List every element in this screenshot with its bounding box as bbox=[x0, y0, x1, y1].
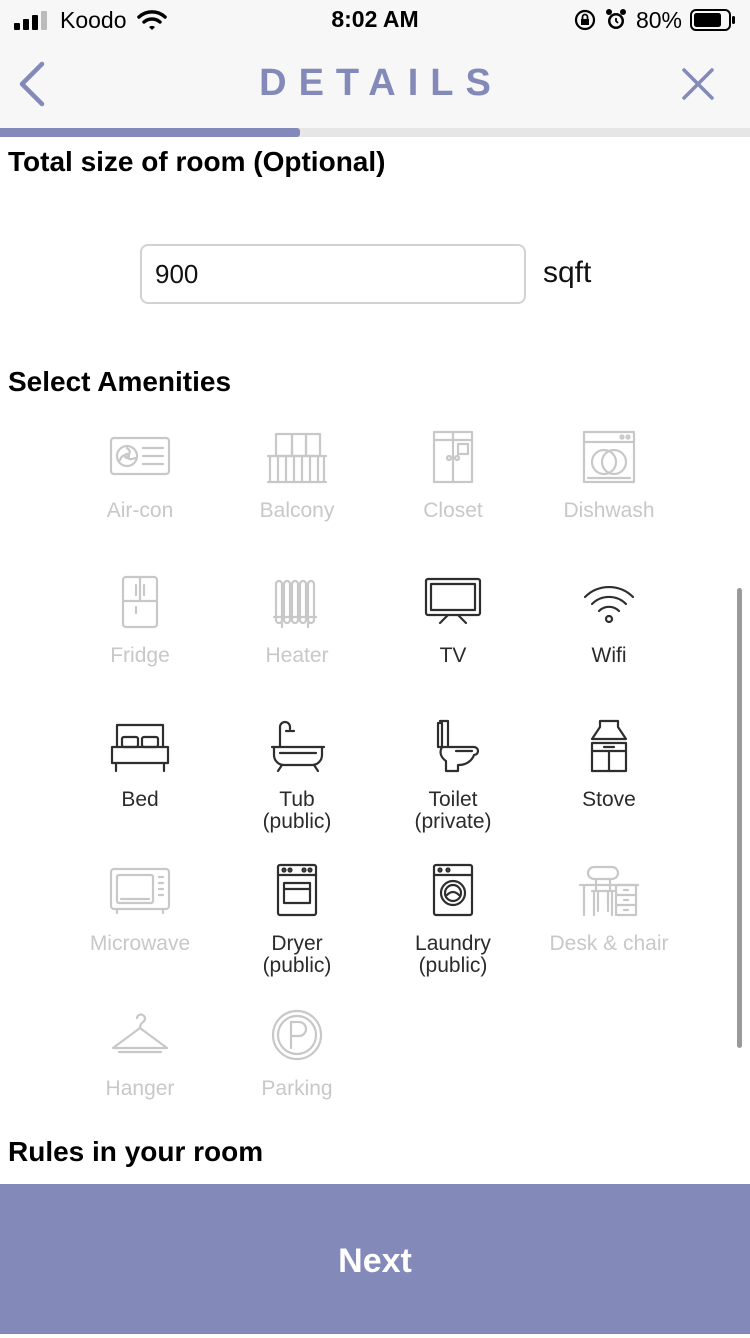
amenities-title: Select Amenities bbox=[8, 366, 232, 397]
scrollbar[interactable] bbox=[737, 588, 742, 1048]
dishwasher-icon bbox=[582, 430, 636, 484]
amenity-label: Parking bbox=[261, 1077, 333, 1100]
amenity-label: Microwave bbox=[89, 932, 191, 955]
wifi-icon bbox=[583, 586, 635, 624]
amenity-desk-chair[interactable]: Desk & chair bbox=[534, 861, 684, 955]
amenity-heater[interactable]: Heater bbox=[222, 573, 372, 667]
progress-bar bbox=[0, 128, 750, 137]
heater-icon bbox=[272, 579, 318, 629]
desk-chair-icon bbox=[578, 865, 640, 917]
amenity-balcony[interactable]: Balcony bbox=[222, 428, 372, 522]
page-title: DETAILS bbox=[259, 62, 503, 104]
progress-fill bbox=[0, 128, 300, 137]
amenity-hanger[interactable]: Hanger bbox=[65, 1006, 215, 1100]
dryer-icon bbox=[276, 863, 318, 917]
status-bar: Koodo 8:02 AM 80% bbox=[0, 0, 750, 40]
amenity-label: Desk & chair bbox=[549, 932, 669, 955]
amenity-label: Balcony bbox=[259, 499, 335, 522]
balcony-icon bbox=[266, 432, 328, 484]
amenity-label: Tub (public) bbox=[262, 788, 332, 833]
amenity-tub-public[interactable]: Tub (public) bbox=[222, 717, 372, 833]
orientation-lock-icon bbox=[574, 9, 596, 31]
amenity-bed[interactable]: Bed bbox=[65, 717, 215, 811]
amenity-label: Laundry (public) bbox=[415, 932, 491, 977]
amenity-tv[interactable]: TV bbox=[378, 573, 528, 667]
amenity-microwave[interactable]: Microwave bbox=[65, 861, 215, 955]
room-size-title: Total size of room (Optional) bbox=[8, 146, 386, 177]
amenity-label: Dishwash bbox=[563, 499, 655, 522]
amenity-parking[interactable]: Parking bbox=[222, 1006, 372, 1100]
amenity-stove[interactable]: Stove bbox=[534, 717, 684, 811]
closet-icon bbox=[432, 430, 474, 484]
amenity-label: Stove bbox=[582, 788, 636, 811]
washing-machine-icon bbox=[432, 863, 474, 917]
room-size-input[interactable] bbox=[140, 244, 526, 304]
amenity-dishwash[interactable]: Dishwash bbox=[534, 428, 684, 522]
amenity-label: Hanger bbox=[105, 1077, 175, 1100]
next-button[interactable]: Next bbox=[0, 1184, 750, 1334]
bed-icon bbox=[110, 723, 170, 773]
amenity-label: Closet bbox=[423, 499, 483, 522]
microwave-icon bbox=[109, 867, 171, 915]
amenity-dryer-public[interactable]: Dryer (public) bbox=[222, 861, 372, 977]
battery-percent: 80% bbox=[635, 6, 682, 33]
amenity-air-con[interactable]: Air-con bbox=[65, 428, 215, 522]
amenity-label: Air-con bbox=[106, 499, 174, 522]
hanger-icon bbox=[111, 1013, 169, 1054]
alarm-icon bbox=[605, 9, 626, 29]
bathtub-icon bbox=[270, 720, 326, 773]
close-icon[interactable] bbox=[680, 66, 716, 102]
amenity-label: TV bbox=[439, 644, 467, 667]
amenity-label: Dryer (public) bbox=[262, 932, 332, 977]
amenity-laundry-public[interactable]: Laundry (public) bbox=[378, 861, 528, 977]
amenity-label: Fridge bbox=[110, 644, 170, 667]
amenity-toilet-private[interactable]: Toilet (private) bbox=[378, 717, 528, 833]
amenity-wifi[interactable]: Wifi bbox=[534, 573, 684, 667]
room-size-unit: sqft bbox=[543, 256, 592, 289]
aircon-icon bbox=[109, 436, 171, 476]
stove-icon bbox=[590, 719, 628, 773]
battery-icon bbox=[690, 9, 735, 31]
status-right: 80% bbox=[574, 6, 736, 34]
amenity-label: Bed bbox=[121, 788, 159, 811]
amenity-label: Toilet (private) bbox=[414, 788, 492, 833]
amenity-fridge[interactable]: Fridge bbox=[65, 573, 215, 667]
parking-icon bbox=[271, 1009, 323, 1061]
toilet-icon bbox=[436, 719, 480, 773]
amenity-label: Heater bbox=[265, 644, 329, 667]
amenity-closet[interactable]: Closet bbox=[378, 428, 528, 522]
rules-title: Rules in your room bbox=[8, 1136, 264, 1167]
tv-icon bbox=[424, 577, 482, 625]
nav-bar: DETAILS bbox=[0, 40, 750, 128]
amenity-label: Wifi bbox=[591, 644, 627, 667]
fridge-icon bbox=[121, 575, 159, 629]
